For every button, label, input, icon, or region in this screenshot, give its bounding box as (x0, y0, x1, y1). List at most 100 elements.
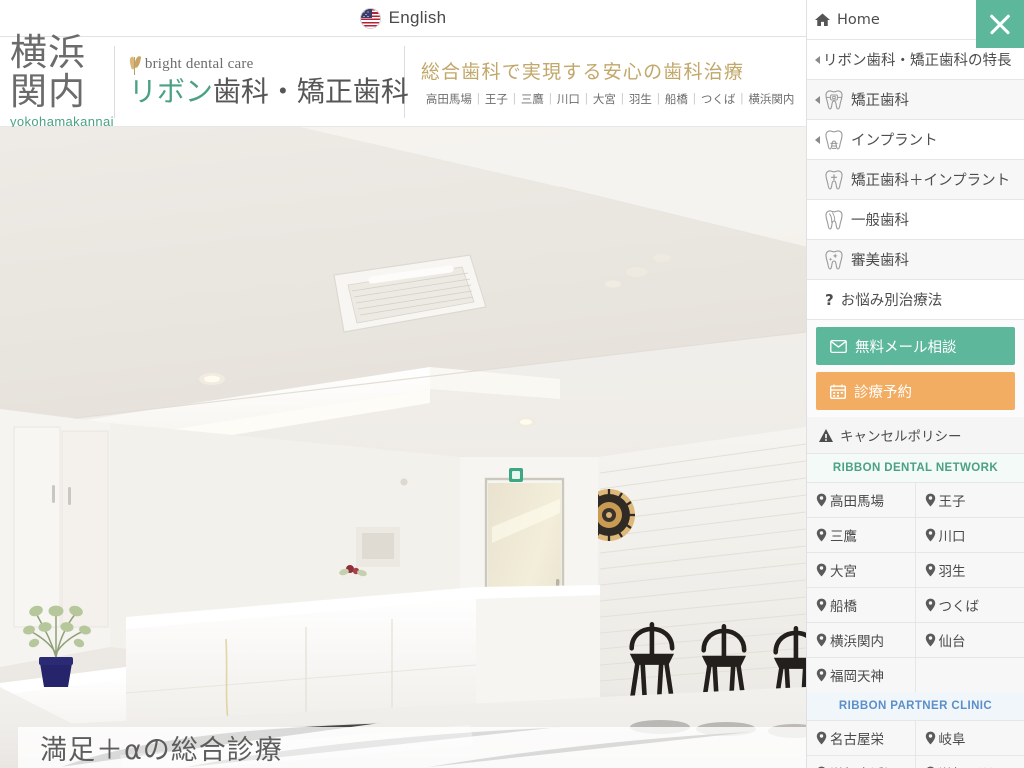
map-pin-icon (816, 528, 827, 542)
location-name: 大宮 (830, 564, 857, 580)
expand-arrow-icon (815, 55, 820, 64)
sidebar-item-label: 一般歯科 (851, 213, 909, 229)
sidebar-item-2[interactable]: 矯正歯科 (807, 80, 1024, 120)
sidebar-item-7[interactable]: ? お悩み別治療法 (807, 280, 1024, 320)
sidebar-nav-list: リボン歯科・矯正歯科の特長 矯正歯科 インプラント 矯正歯科＋インプラント 一般… (807, 40, 1024, 320)
network-location-cell[interactable]: 高田馬場 (807, 482, 916, 517)
sidebar-item-3[interactable]: インプラント (807, 120, 1024, 160)
home-icon (815, 12, 830, 27)
brand-logo[interactable]: bright dental care リボン歯科・矯正歯科 (115, 45, 409, 118)
map-pin-icon (816, 633, 827, 647)
close-icon (987, 11, 1013, 37)
expand-arrow-icon (815, 135, 820, 144)
sidebar-item-6[interactable]: 審美歯科 (807, 240, 1024, 280)
map-pin-icon (816, 731, 827, 745)
location-name: 羽生 (938, 564, 966, 580)
partner-location-cell[interactable]: 滋賀東近江 (807, 755, 916, 768)
language-label: English (388, 8, 447, 27)
network-location-cell[interactable]: 船橋 (807, 587, 916, 622)
hero-image: 満足＋αの総合診療 (0, 127, 806, 768)
location-name: 横浜関内 (830, 634, 884, 650)
map-pin-icon (925, 563, 936, 577)
header-location-link[interactable]: 三鷹 (516, 91, 549, 107)
cta-button-label: 診療予約 (854, 384, 912, 401)
location-name: 川口 (938, 529, 966, 545)
header-tagline-block: 総合歯科で実現する安心の歯科治療 高田馬場 | 王子 | 三鷹 | 川口 | 大宮 | 羽生 | 船橋 |… (405, 46, 812, 118)
logo-japanese-text: 横浜関内 (10, 31, 86, 113)
location-name: つくば (938, 599, 980, 615)
sidebar-item-label: インプラント (851, 133, 938, 149)
map-pin-icon (816, 668, 827, 682)
site-logo[interactable]: 横浜関内 yokohamakannai (0, 33, 115, 129)
network-location-cell[interactable]: 王子 (915, 482, 1024, 517)
sidebar-item-label: リボン歯科・矯正歯科の特長 (823, 53, 1012, 69)
language-bar: English (0, 0, 806, 37)
network-location-cell[interactable]: つくば (915, 587, 1024, 622)
tooth-general-icon (823, 209, 845, 231)
map-pin-icon (925, 633, 936, 647)
header-location-link[interactable]: 高田馬場 (421, 91, 477, 107)
mail-icon (830, 339, 847, 353)
header-location-list: 高田馬場 | 王子 | 三鷹 | 川口 | 大宮 | 羽生 | 船橋 | つくば | 横浜関内 (421, 91, 800, 107)
cta-button-label: 無料メール相談 (855, 339, 957, 356)
map-pin-icon (816, 563, 827, 577)
partner-location-cell[interactable]: 滋賀野洲 (915, 755, 1024, 768)
map-pin-icon (925, 528, 936, 542)
brand-tagline-row: bright dental care (128, 55, 404, 75)
network-location-cell[interactable]: 仙台 (915, 622, 1024, 657)
appointment-booking-button[interactable]: 診療予約 (816, 372, 1015, 410)
close-menu-button[interactable] (976, 0, 1024, 48)
sidebar-item-label: 矯正歯科＋インプラント (851, 173, 1011, 189)
side-menu-panel: Home リボン歯科・矯正歯科の特長 矯正歯科 インプラント 矯正歯科＋インプラ… (806, 0, 1024, 768)
us-flag-icon (359, 7, 381, 29)
header-location-link[interactable]: 羽生 (624, 91, 657, 107)
header-location-link[interactable]: 横浜関内 (743, 91, 799, 107)
clinic-interior-illustration (0, 127, 806, 768)
language-switcher-english[interactable]: English (359, 7, 447, 29)
free-email-consultation-button[interactable]: 無料メール相談 (816, 327, 1015, 365)
network-location-grid: 高田馬場 王子三鷹 川口大宮 羽生船橋 つくば横浜関内 仙台 福岡天神 (807, 482, 1024, 692)
network-location-cell[interactable]: 大宮 (807, 552, 916, 587)
map-pin-icon (925, 598, 936, 612)
sidebar-item-home-label: Home (837, 11, 880, 28)
location-name: 三鷹 (830, 529, 857, 545)
location-name: 王子 (938, 494, 966, 510)
partner-location-cell[interactable]: 岐阜 (915, 720, 1024, 755)
network-location-cell[interactable]: 三鷹 (807, 517, 916, 552)
network-location-cell[interactable]: 川口 (915, 517, 1024, 552)
sidebar-cta-buttons: 無料メール相談 診療予約 (807, 327, 1024, 410)
hero-caption: 満足＋αの総合診療 (18, 727, 806, 768)
tooth-braces-icon (823, 89, 845, 111)
header-location-link[interactable]: 船橋 (660, 91, 693, 107)
expand-arrow-icon (815, 95, 820, 104)
question-mark-icon: ? (825, 290, 834, 309)
sidebar-item-4[interactable]: 矯正歯科＋インプラント (807, 160, 1024, 200)
location-name: 滋賀東近江 (830, 763, 898, 768)
brand-name-green: リボン (128, 74, 213, 108)
cancel-policy-label: キャンセルポリシー (840, 429, 962, 445)
network-location-cell[interactable]: 横浜関内 (807, 622, 916, 657)
warning-icon (819, 428, 833, 442)
header-location-link[interactable]: つくば (696, 91, 741, 107)
sidebar-item-label: 審美歯科 (851, 253, 909, 269)
header-location-link[interactable]: 大宮 (588, 91, 621, 107)
location-name: 岐阜 (938, 732, 966, 748)
header-location-link[interactable]: 川口 (552, 91, 585, 107)
cancel-policy-link[interactable]: キャンセルポリシー (807, 417, 1024, 454)
map-pin-icon (816, 493, 827, 507)
partner-location-cell[interactable]: 名古屋栄 (807, 720, 916, 755)
brand-tagline-text: bright dental care (144, 56, 254, 73)
tooth-plus-icon (823, 169, 845, 191)
wheat-icon (128, 55, 142, 75)
map-pin-icon (816, 598, 827, 612)
page-root: English 横浜関内 yokohamakannai bright denta… (0, 0, 1024, 768)
network-location-cell-empty (915, 657, 1024, 692)
location-name: 名古屋栄 (830, 732, 884, 748)
brand-name-dark: 歯科・矯正歯科 (212, 74, 409, 108)
map-pin-icon (925, 731, 936, 745)
network-location-cell[interactable]: 福岡天神 (807, 657, 916, 692)
header-location-link[interactable]: 王子 (480, 91, 513, 107)
network-location-cell[interactable]: 羽生 (915, 552, 1024, 587)
map-pin-icon (925, 493, 936, 507)
sidebar-item-5[interactable]: 一般歯科 (807, 200, 1024, 240)
